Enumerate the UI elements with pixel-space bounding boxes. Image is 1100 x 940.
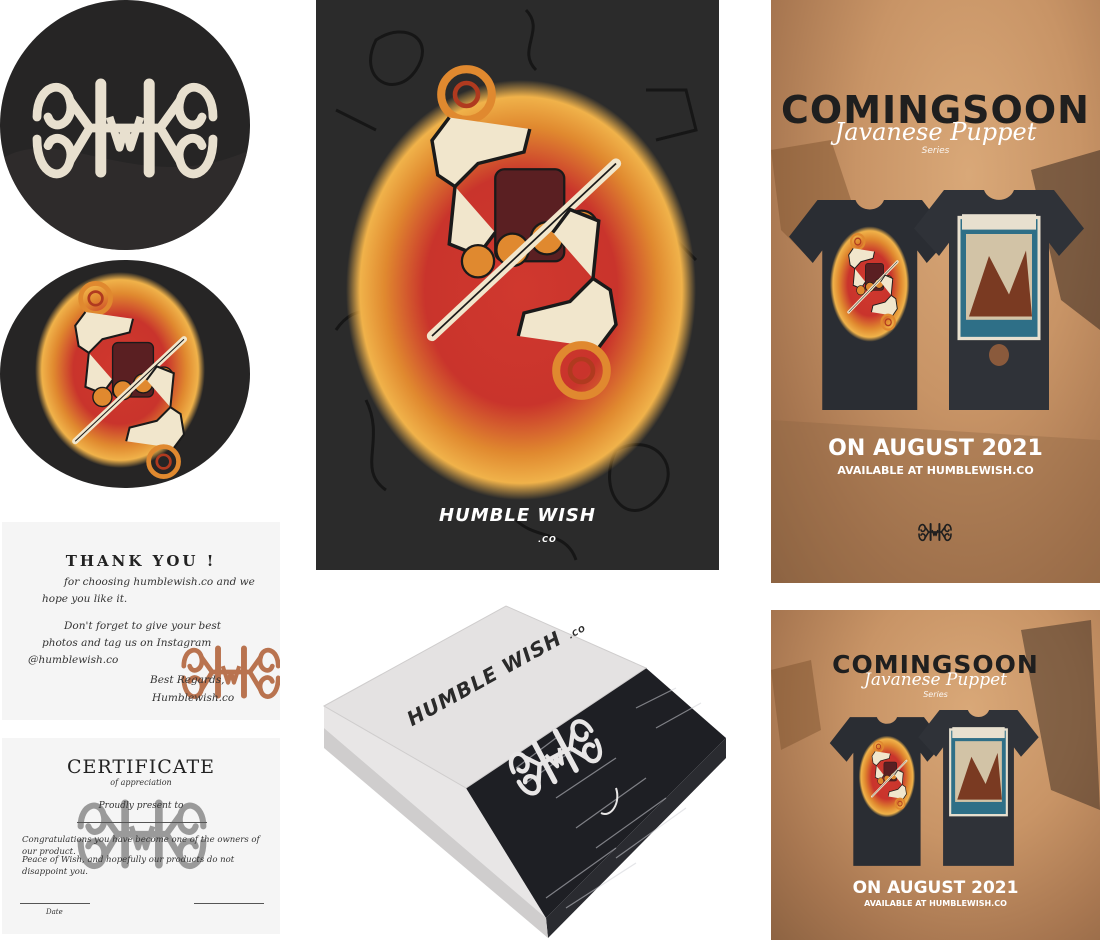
thank-you-body: for choosing humblewish.co and we hope y…	[28, 574, 272, 669]
poster-brand-text: HUMBLE WISH	[439, 505, 596, 526]
certificate-card: CERTIFICATE of appreciation Proudly pres…	[2, 738, 280, 934]
certificate-title: CERTIFICATE	[66, 756, 215, 778]
gift-box-mockup: HUMBLE WISH .CO	[316, 598, 736, 938]
thank-you-line3: Don't forget to give your best	[64, 620, 222, 632]
tshirt-mockup-icon	[789, 190, 1084, 410]
thank-you-signature: Humblewish.co	[152, 692, 235, 704]
wayang-artwork-icon	[35, 272, 205, 488]
thank-you-card: THANK YOU ! for choosing humblewish.co a…	[2, 522, 280, 720]
promo-small-series: Series	[923, 690, 948, 699]
promo-small-available: AVAILABLE AT HUMBLEWISH.CO	[864, 899, 1007, 908]
promo-panel-small: COMINGSOON Javanese Puppet Series ON AUG…	[771, 610, 1100, 940]
certificate-signature-line	[194, 903, 264, 904]
poster-artwork-icon	[334, 8, 698, 561]
promo-small-script: Javanese Puppet	[864, 670, 1007, 690]
logo-sticker-circle	[0, 0, 250, 250]
promo-panel-large: COMINGSOON Javanese Puppet Series ON AUG…	[771, 0, 1100, 583]
thank-you-line4: photos and tag us on Instagram	[42, 637, 212, 649]
certificate-line2: Peace of Wish, and hopefully our product…	[22, 855, 235, 877]
thank-you-title: THANK YOU !	[65, 552, 217, 570]
poster-brand-suffix: .CO	[538, 535, 557, 544]
promo-small-date: ON AUGUST 2021	[852, 878, 1019, 898]
thank-you-line1: for choosing humblewish.co and we	[64, 576, 255, 588]
art-print-poster: HUMBLE WISH .CO	[316, 0, 719, 570]
promo-large-monogram-icon	[918, 523, 952, 542]
thank-you-line2: hope you like it.	[42, 593, 128, 605]
artwork-sticker-circle	[0, 260, 250, 488]
promo-large-available: AVAILABLE AT HUMBLEWISH.CO	[837, 464, 1034, 477]
thank-you-regards: Best Regards,	[150, 674, 225, 686]
thank-you-line5: @humblewish.co	[28, 654, 119, 666]
certificate-date-label: Date	[46, 908, 63, 916]
promo-large-series: Series	[921, 146, 950, 156]
hw-monogram-icon	[0, 0, 250, 250]
certificate-subtitle: of appreciation	[110, 778, 172, 787]
certificate-name-line	[77, 822, 207, 823]
promo-large-date: ON AUGUST 2021	[828, 436, 1043, 461]
tshirt-mockup-icon-2	[829, 710, 1039, 866]
promo-large-script: Javanese Puppet	[834, 118, 1037, 146]
certificate-presented: Proudly present to	[98, 801, 184, 811]
poster-brand-logo: HUMBLE WISH .CO	[316, 505, 719, 547]
